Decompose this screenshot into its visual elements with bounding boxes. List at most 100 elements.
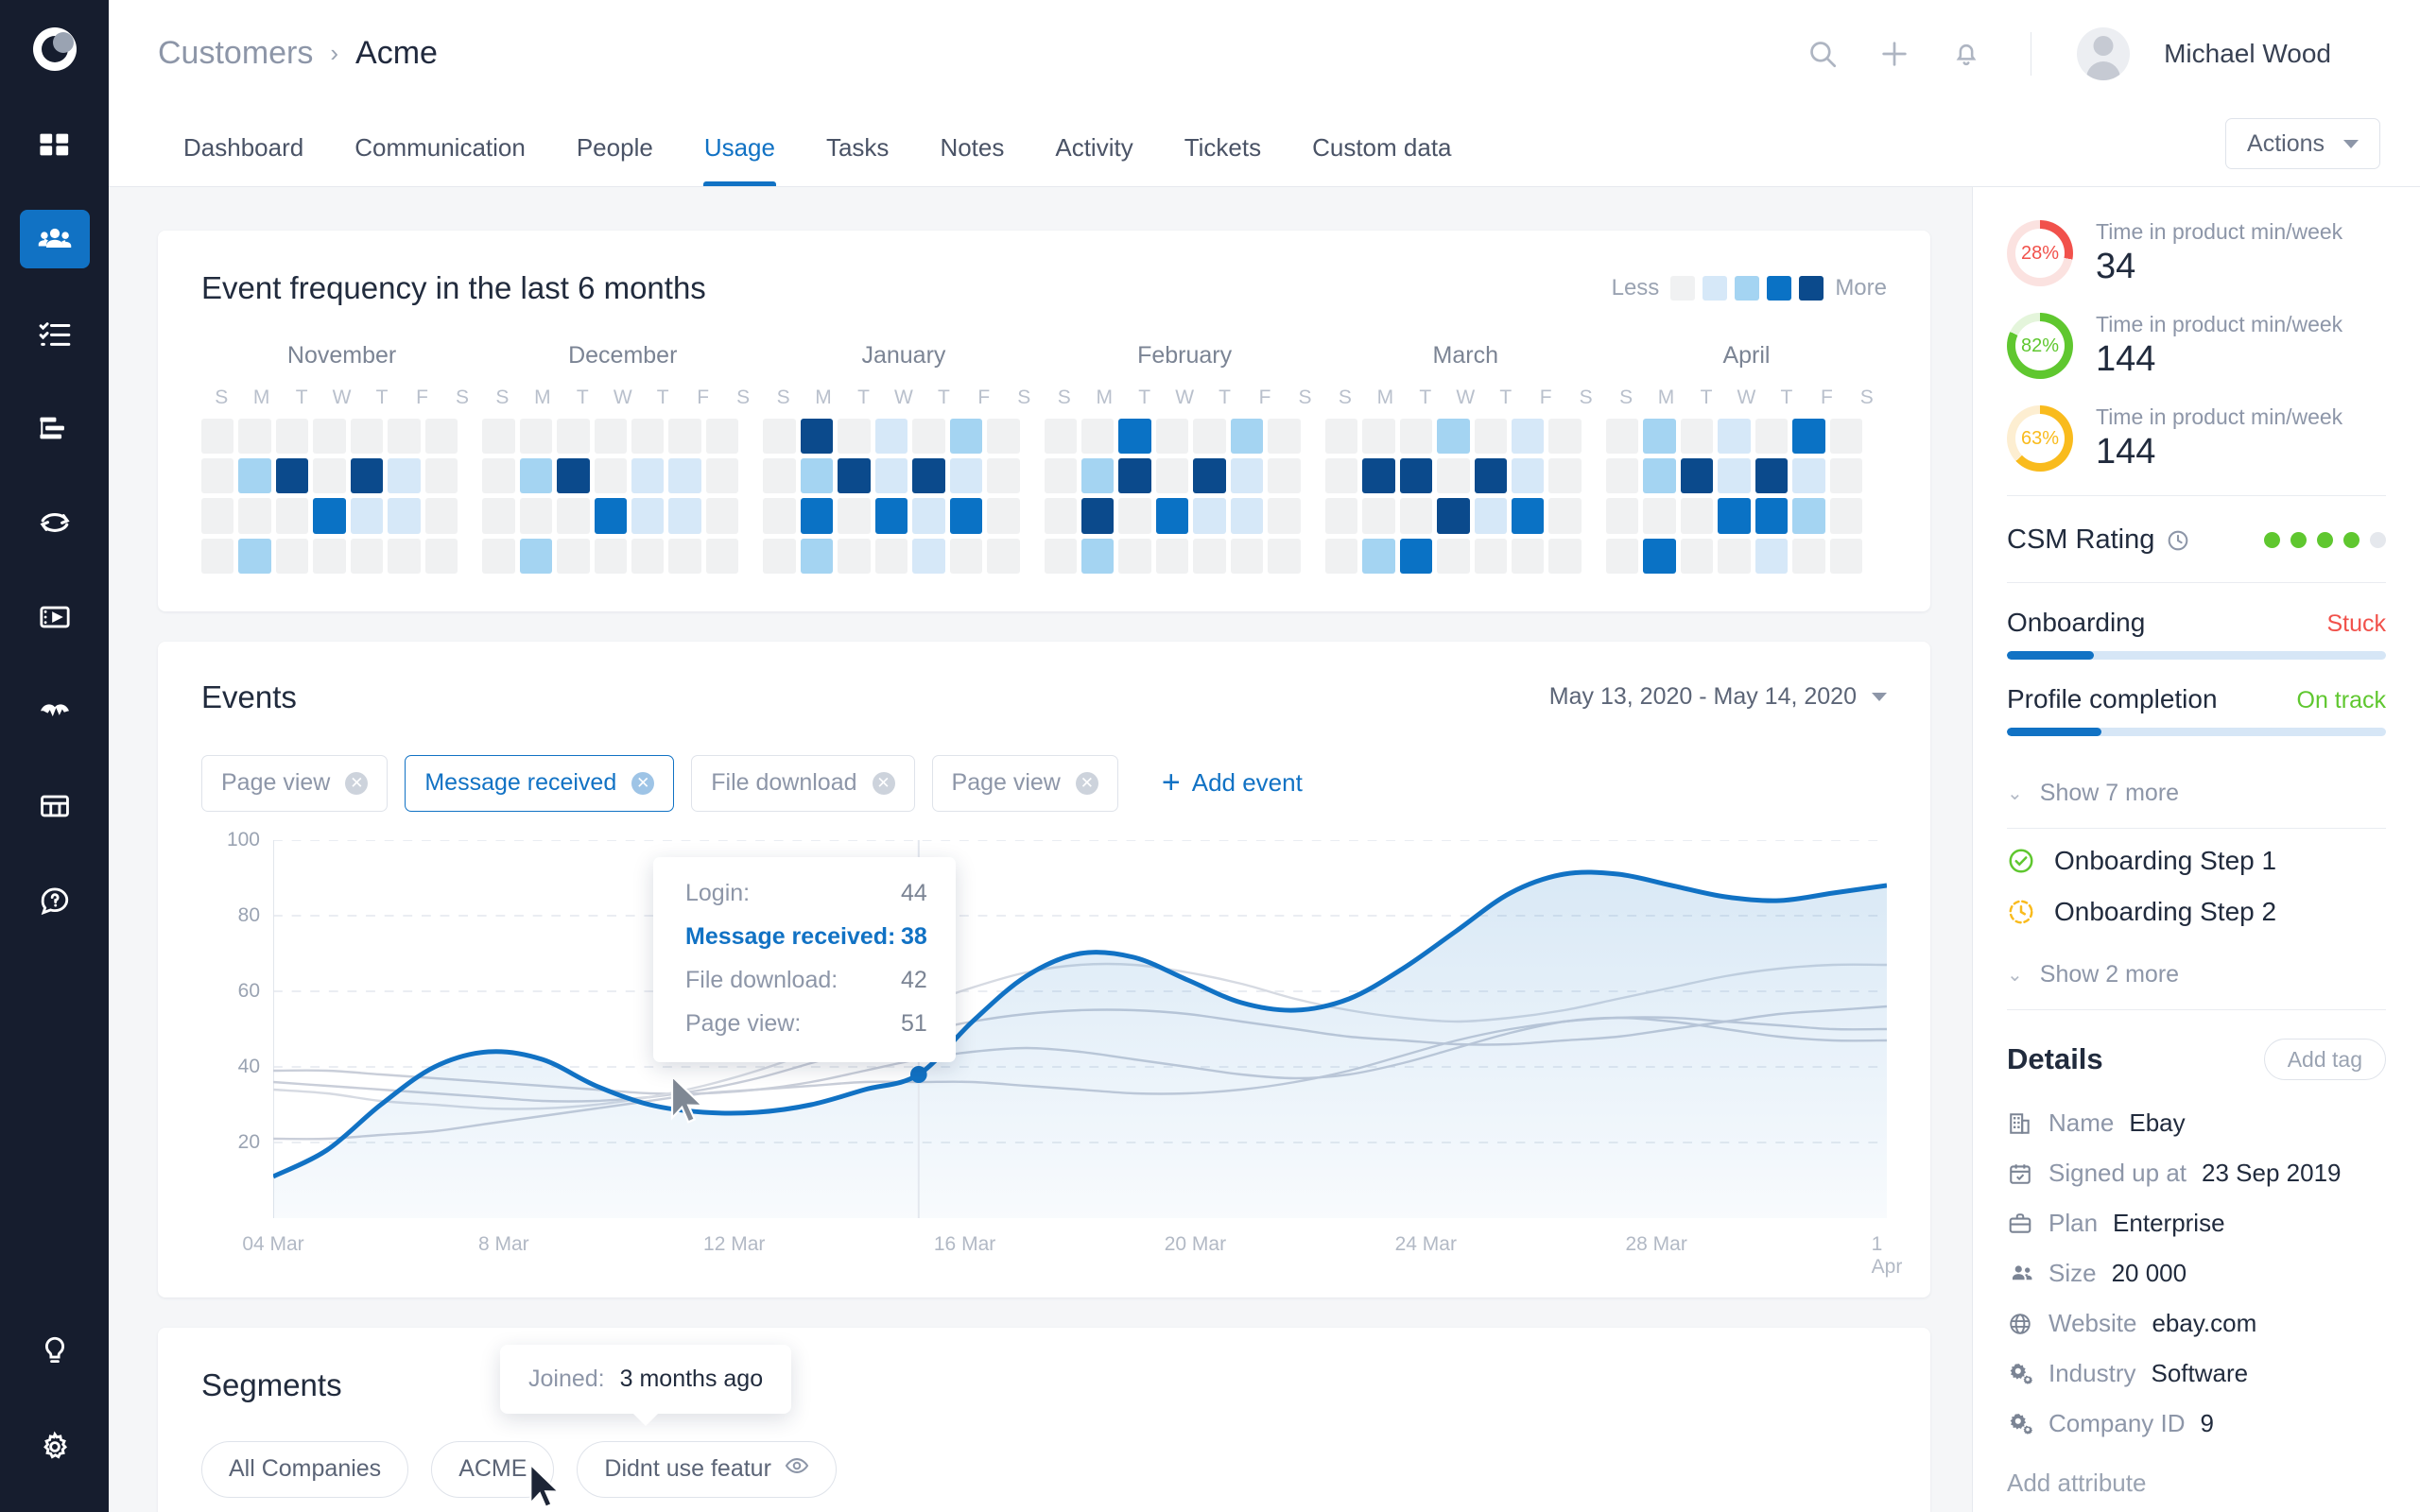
sidebar-item-reports[interactable]	[20, 777, 90, 835]
heatmap-cell[interactable]	[987, 538, 1020, 574]
heatmap-cell[interactable]	[519, 498, 553, 534]
heatmap-cell[interactable]	[1118, 498, 1151, 534]
heatmap-cell[interactable]	[482, 538, 515, 574]
heatmap-cell[interactable]	[1268, 458, 1301, 494]
heatmap-cell[interactable]	[1511, 458, 1545, 494]
heatmap-cell[interactable]	[1324, 538, 1358, 574]
heatmap-cell[interactable]	[763, 538, 796, 574]
heatmap-cell[interactable]	[1080, 419, 1115, 455]
close-icon[interactable]: ✕	[631, 771, 655, 795]
sidebar-item-customers[interactable]	[19, 210, 90, 268]
heatmap-cell[interactable]	[238, 538, 271, 574]
show-more-progress-button[interactable]: ⌄ Show 7 more	[2007, 770, 2386, 828]
heatmap-cell[interactable]	[1511, 419, 1545, 455]
heatmap-cell[interactable]	[1324, 419, 1358, 455]
tab-dashboard[interactable]: Dashboard	[158, 133, 329, 186]
heatmap-cell[interactable]	[350, 498, 384, 534]
heatmap-cell[interactable]	[1680, 538, 1714, 574]
segment-chip[interactable]: ACME	[431, 1440, 555, 1498]
sidebar-item-ideas[interactable]	[20, 1321, 90, 1380]
heatmap-cell[interactable]	[1643, 538, 1676, 574]
heatmap-cell[interactable]	[874, 419, 908, 455]
tab-people[interactable]: People	[551, 133, 679, 186]
heatmap-cell[interactable]	[1474, 458, 1507, 494]
heatmap-cell[interactable]	[519, 458, 553, 494]
heatmap-cell[interactable]	[1118, 458, 1151, 494]
heatmap-cell[interactable]	[705, 419, 739, 455]
heatmap-cell[interactable]	[275, 538, 309, 574]
heatmap-cell[interactable]	[763, 458, 796, 494]
heatmap-cell[interactable]	[1362, 498, 1395, 534]
heatmap-cell[interactable]	[201, 419, 234, 455]
heatmap-cell[interactable]	[668, 538, 701, 574]
show-more-steps-button[interactable]: ⌄ Show 2 more	[2007, 952, 2386, 1009]
detail-row[interactable]: Signed up at 23 Sep 2019	[2007, 1159, 2386, 1188]
heatmap-cell[interactable]	[1511, 538, 1545, 574]
heatmap-cell[interactable]	[424, 458, 458, 494]
heatmap-cell[interactable]	[238, 419, 271, 455]
heatmap-cell[interactable]	[1643, 458, 1676, 494]
heatmap-cell[interactable]	[949, 538, 983, 574]
close-icon[interactable]: ✕	[1075, 771, 1098, 795]
app-logo-icon[interactable]	[26, 21, 83, 77]
heatmap-cell[interactable]	[594, 458, 627, 494]
heatmap-cell[interactable]	[949, 498, 983, 534]
heatmap-cell[interactable]	[201, 498, 234, 534]
heatmap-cell[interactable]	[350, 419, 384, 455]
eye-icon[interactable]	[785, 1453, 809, 1485]
sidebar-item-playbooks[interactable]	[20, 399, 90, 457]
heatmap-cell[interactable]	[1718, 538, 1751, 574]
heatmap-cell[interactable]	[668, 419, 701, 455]
heatmap-cell[interactable]	[668, 498, 701, 534]
tab-communication[interactable]: Communication	[329, 133, 551, 186]
heatmap-cell[interactable]	[388, 498, 421, 534]
heatmap-cell[interactable]	[838, 419, 871, 455]
heatmap-cell[interactable]	[275, 419, 309, 455]
event-chip[interactable]: File download ✕	[691, 754, 915, 812]
heatmap-cell[interactable]	[482, 498, 515, 534]
tab-usage[interactable]: Usage	[679, 133, 801, 186]
heatmap-cell[interactable]	[1044, 419, 1077, 455]
heatmap-cell[interactable]	[388, 458, 421, 494]
heatmap-cell[interactable]	[1437, 458, 1470, 494]
heatmap-cell[interactable]	[1548, 498, 1582, 534]
heatmap-cell[interactable]	[763, 498, 796, 534]
date-range-picker[interactable]: May 13, 2020 - May 14, 2020	[1549, 683, 1887, 711]
heatmap-cell[interactable]	[1474, 538, 1507, 574]
detail-row[interactable]: Plan Enterprise	[2007, 1209, 2386, 1238]
heatmap-cell[interactable]	[557, 538, 590, 574]
heatmap-cell[interactable]	[519, 419, 553, 455]
heatmap-cell[interactable]	[1680, 498, 1714, 534]
heatmap-cell[interactable]	[800, 419, 834, 455]
heatmap-cell[interactable]	[519, 538, 553, 574]
heatmap-cell[interactable]	[1548, 419, 1582, 455]
heatmap-cell[interactable]	[482, 458, 515, 494]
heatmap-cell[interactable]	[1754, 419, 1789, 455]
heatmap-cell[interactable]	[1193, 458, 1226, 494]
heatmap-cell[interactable]	[1754, 498, 1789, 534]
heatmap-cell[interactable]	[631, 419, 665, 455]
heatmap-cell[interactable]	[1829, 458, 1863, 494]
heatmap-cell[interactable]	[800, 498, 834, 534]
detail-row[interactable]: Company ID 9	[2007, 1409, 2386, 1438]
sidebar-item-sync[interactable]	[20, 493, 90, 552]
sidebar-item-settings[interactable]	[20, 1418, 90, 1476]
heatmap-cell[interactable]	[1362, 458, 1395, 494]
heatmap-cell[interactable]	[1118, 419, 1151, 455]
heatmap-cell[interactable]	[949, 419, 983, 455]
heatmap-cell[interactable]	[313, 498, 346, 534]
heatmap-cell[interactable]	[763, 419, 796, 455]
heatmap-cell[interactable]	[1754, 538, 1789, 574]
segment-chip[interactable]: Didnt use featur	[577, 1440, 837, 1498]
heatmap-cell[interactable]	[424, 498, 458, 534]
event-chip[interactable]: Page view ✕	[931, 754, 1118, 812]
heatmap-cell[interactable]	[1437, 538, 1470, 574]
breadcrumb-customers[interactable]: Customers	[158, 35, 313, 72]
heatmap-cell[interactable]	[313, 458, 346, 494]
heatmap-cell[interactable]	[1680, 419, 1714, 455]
heatmap-cell[interactable]	[1155, 419, 1189, 455]
heatmap-cell[interactable]	[313, 419, 346, 455]
user-name-label[interactable]: Michael Wood	[2164, 39, 2331, 69]
heatmap-cell[interactable]	[1399, 458, 1433, 494]
heatmap-cell[interactable]	[1474, 419, 1507, 455]
